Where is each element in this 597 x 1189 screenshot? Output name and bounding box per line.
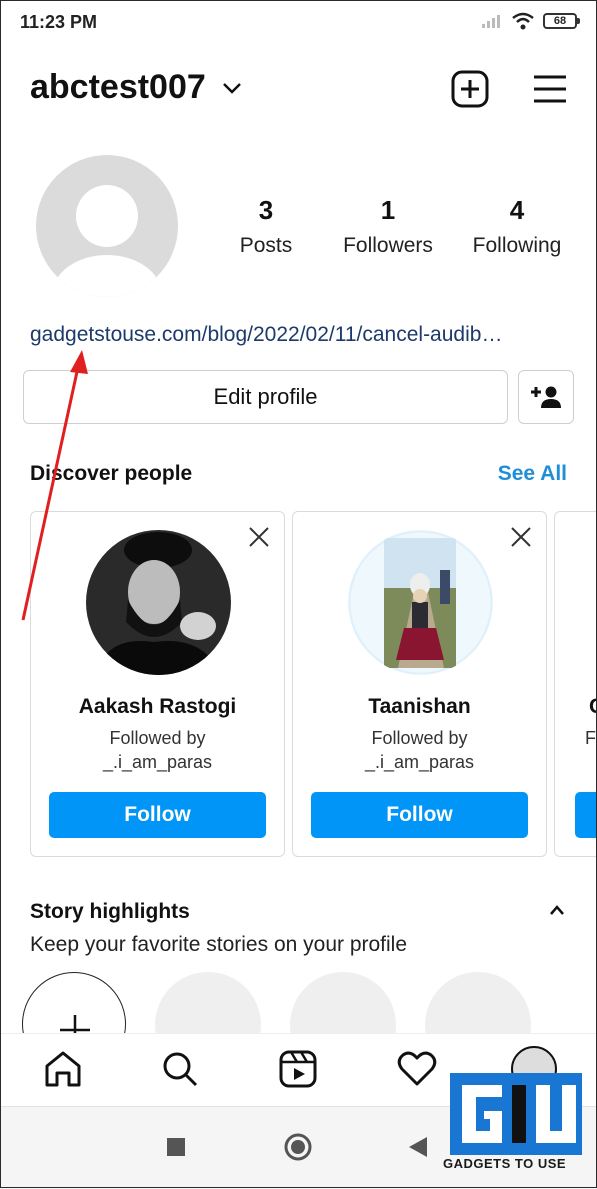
story-highlights-title: Story highlights bbox=[30, 900, 190, 923]
follow-button[interactable] bbox=[575, 792, 597, 838]
chevron-down-icon bbox=[222, 82, 241, 94]
back-icon[interactable] bbox=[407, 1135, 429, 1159]
suggestion-card-partial[interactable]: C F bbox=[554, 511, 597, 857]
heart-icon[interactable] bbox=[397, 1050, 437, 1088]
status-time: 11:23 PM bbox=[20, 12, 98, 32]
story-highlights-subtitle: Keep your favorite stories on your profi… bbox=[30, 933, 408, 956]
suggestion-name: Aakash Rastogi bbox=[78, 695, 237, 718]
add-person-icon bbox=[531, 386, 561, 408]
suggestion-avatar[interactable] bbox=[348, 530, 493, 675]
follow-button[interactable]: Follow bbox=[49, 792, 266, 838]
stat-following[interactable]: 4 Following bbox=[464, 195, 570, 258]
account-switcher[interactable]: abctest007 bbox=[30, 68, 242, 107]
reels-icon[interactable] bbox=[279, 1050, 317, 1088]
stat-posts[interactable]: 3 Posts bbox=[220, 195, 312, 258]
suggestion-name: Taanishan bbox=[368, 695, 471, 718]
close-icon[interactable] bbox=[248, 526, 270, 548]
stat-followers[interactable]: 1 Followers bbox=[312, 195, 464, 258]
signal-icon bbox=[482, 15, 500, 28]
battery-icon: 68 bbox=[543, 13, 580, 29]
new-post-icon[interactable] bbox=[451, 70, 489, 108]
edit-profile-button[interactable]: Edit profile bbox=[23, 370, 508, 424]
profile-header: abctest007 bbox=[30, 66, 567, 114]
menu-icon[interactable] bbox=[533, 74, 567, 104]
close-icon[interactable] bbox=[510, 526, 532, 548]
status-bar: 11:23 PM 68 bbox=[0, 0, 597, 44]
watermark-text: GADGETS TO USE bbox=[443, 1156, 567, 1171]
bio-link[interactable]: gadgetstouse.com/blog/2022/02/11/cancel-… bbox=[30, 323, 502, 347]
suggestion-card[interactable]: Aakash Rastogi Followed by _.i_am_paras … bbox=[30, 511, 285, 857]
profile-stats: 3 Posts 1 Followers 4 Following bbox=[220, 195, 570, 258]
follow-button[interactable]: Follow bbox=[311, 792, 528, 838]
username: abctest007 bbox=[30, 68, 206, 106]
home-button-icon[interactable] bbox=[284, 1133, 312, 1161]
suggestion-avatar[interactable] bbox=[86, 530, 231, 675]
discover-people-title: Discover people bbox=[30, 462, 193, 485]
discover-people-button[interactable] bbox=[518, 370, 574, 424]
wifi-icon bbox=[512, 12, 534, 30]
search-icon[interactable] bbox=[161, 1050, 199, 1088]
recent-apps-icon[interactable] bbox=[166, 1137, 186, 1157]
home-icon[interactable] bbox=[44, 1050, 82, 1088]
profile-avatar[interactable] bbox=[36, 155, 178, 297]
chevron-up-icon[interactable] bbox=[549, 904, 565, 916]
see-all-link[interactable]: See All bbox=[498, 462, 567, 486]
suggestion-card[interactable]: Taanishan Followed by _.i_am_paras Follo… bbox=[292, 511, 547, 857]
